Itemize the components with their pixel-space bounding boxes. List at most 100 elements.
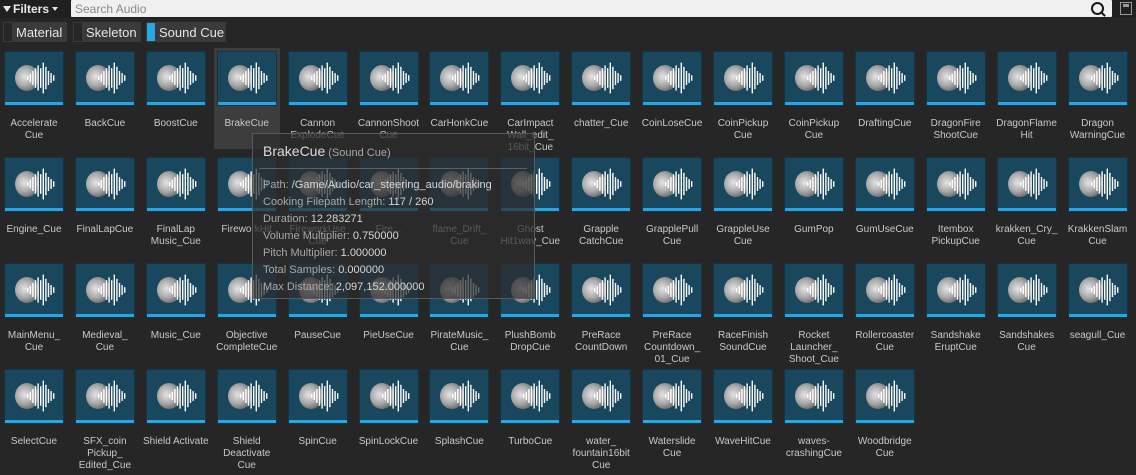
- asset-tile[interactable]: SelectCue: [1, 366, 67, 467]
- asset-tile[interactable]: Waterslide Cue: [639, 366, 705, 467]
- sound-cue-thumbnail: [996, 263, 1057, 318]
- waveform-icon: [168, 274, 197, 306]
- asset-tile[interactable]: chatter_Cue: [568, 48, 634, 149]
- waveform-icon: [168, 380, 197, 412]
- asset-tile[interactable]: DragonFire ShootCue: [923, 48, 989, 149]
- sound-cue-thumbnail: [571, 51, 632, 106]
- asset-tile[interactable]: GrapplePull Cue: [639, 154, 705, 255]
- asset-tile[interactable]: FinalLapCue: [72, 154, 138, 255]
- asset-label: GumPop: [794, 224, 834, 235]
- asset-tile[interactable]: Woodbridge Cue: [852, 366, 918, 467]
- asset-tile[interactable]: WaveHitCue: [710, 366, 776, 467]
- asset-tile[interactable]: Dragon WarningCue: [1065, 48, 1131, 149]
- asset-tile[interactable]: PreRace Countdown_ 01_Cue: [639, 260, 705, 365]
- asset-type-color-bar: [288, 102, 347, 105]
- asset-tile[interactable]: water_ fountain16bit Cue: [568, 366, 634, 471]
- asset-tile[interactable]: KrakkenSlam Cue: [1065, 154, 1131, 255]
- waveform-icon: [877, 380, 906, 412]
- asset-label: seagull_Cue: [1069, 330, 1126, 341]
- sound-cue-thumbnail: [4, 51, 64, 106]
- asset-tile[interactable]: seagull_Cue: [1065, 260, 1131, 361]
- sound-cue-thumbnail: [642, 51, 703, 106]
- asset-tile[interactable]: Sandshakes Cue: [994, 260, 1060, 361]
- asset-type-color-bar: [146, 420, 205, 423]
- asset-tile[interactable]: CoinPickup Cue: [710, 48, 776, 149]
- asset-tile[interactable]: GumUseCue: [852, 154, 918, 255]
- chip-indicator: [4, 23, 12, 41]
- asset-tile[interactable]: MainMenu_ Cue: [1, 260, 67, 361]
- asset-type-color-bar: [997, 102, 1056, 105]
- filters-button[interactable]: Filters: [3, 1, 59, 17]
- asset-tile[interactable]: Music_Cue: [143, 260, 209, 361]
- asset-tile[interactable]: CoinLoseCue: [639, 48, 705, 149]
- asset-type-color-bar: [572, 314, 631, 317]
- asset-type-color-bar: [643, 420, 702, 423]
- asset-tile[interactable]: CoinPickup Cue: [781, 48, 847, 149]
- asset-type-color-bar: [75, 314, 134, 317]
- waveform-icon: [594, 168, 622, 200]
- asset-tile[interactable]: RaceFinish SoundCue: [710, 260, 776, 361]
- asset-tile[interactable]: SpinLockCue: [356, 366, 422, 467]
- asset-tile[interactable]: Engine_Cue: [1, 154, 67, 255]
- toolbar: Filters: [0, 0, 1136, 18]
- asset-label: GrapplePull Cue: [645, 224, 699, 247]
- tooltip-row-path: Path: /Game/Audio/car_steering_audio/bra…: [263, 179, 492, 191]
- asset-tile[interactable]: PreRace CountDown: [568, 260, 634, 361]
- asset-tile[interactable]: Medieval_ Cue: [72, 260, 138, 361]
- asset-label: FinalLap Music_Cue: [150, 224, 201, 247]
- asset-label: MainMenu_ Cue: [7, 330, 61, 353]
- asset-tile[interactable]: SFX_coin Pickup_ Edited_Cue: [72, 366, 138, 471]
- filter-chip-skeleton[interactable]: Skeleton: [73, 22, 141, 42]
- sound-cue-thumbnail: [74, 157, 135, 212]
- asset-tile[interactable]: GumPop: [781, 154, 847, 255]
- asset-tile[interactable]: Sandshake EruptCue: [923, 260, 989, 361]
- asset-type-color-bar: [1068, 314, 1127, 317]
- asset-type-color-bar: [784, 314, 843, 317]
- waveform-icon: [310, 380, 338, 412]
- asset-type-color-bar: [288, 314, 347, 317]
- sound-cue-thumbnail: [4, 369, 64, 424]
- asset-tile[interactable]: Shield Activate: [143, 366, 209, 467]
- asset-tile[interactable]: Itembox PickupCue: [923, 154, 989, 255]
- waveform-icon: [523, 380, 551, 412]
- waveform-icon: [736, 274, 764, 306]
- asset-tile[interactable]: GrappleUse Cue: [710, 154, 776, 255]
- waveform-icon: [97, 274, 126, 306]
- sound-cue-thumbnail: [996, 51, 1057, 106]
- search-icon[interactable]: [1091, 2, 1104, 15]
- filter-chip-sound-cue[interactable]: Sound Cue: [146, 22, 226, 42]
- asset-tile[interactable]: DragonFlame Hit: [994, 48, 1060, 149]
- asset-tile[interactable]: TurboCue: [497, 366, 563, 467]
- waveform-icon: [877, 62, 906, 94]
- asset-tile[interactable]: Accelerate Cue: [1, 48, 67, 149]
- asset-label: Shield Activate: [142, 436, 209, 447]
- sound-cue-thumbnail: [500, 51, 561, 106]
- waveform-icon: [736, 168, 764, 200]
- asset-type-color-bar: [359, 420, 418, 423]
- asset-label: waves- crashingCue: [785, 436, 842, 459]
- asset-tile[interactable]: waves- crashingCue: [781, 366, 847, 467]
- asset-tile[interactable]: BoostCue: [143, 48, 209, 149]
- asset-tile[interactable]: Shield Deactivate Cue: [214, 366, 280, 471]
- asset-tile[interactable]: Rocket Launcher_ Shoot_Cue: [781, 260, 847, 365]
- asset-tile[interactable]: FinalLap Music_Cue: [143, 154, 209, 255]
- asset-type-color-bar: [926, 102, 985, 105]
- asset-tile[interactable]: Grapple CatchCue: [568, 154, 634, 255]
- sound-cue-thumbnail: [925, 51, 986, 106]
- sound-cue-thumbnail: [996, 157, 1057, 212]
- asset-tile[interactable]: krakken_Cry_ Cue: [994, 154, 1060, 255]
- asset-tile[interactable]: DraftingCue: [852, 48, 918, 149]
- asset-type-color-bar: [714, 314, 772, 317]
- asset-type-color-bar: [217, 420, 276, 423]
- asset-tile[interactable]: Rollercoaster Cue: [852, 260, 918, 361]
- asset-tile[interactable]: SpinCue: [285, 366, 351, 467]
- sound-cue-thumbnail: [854, 51, 915, 106]
- search-input[interactable]: [75, 0, 1085, 17]
- asset-tile[interactable]: BackCue: [72, 48, 138, 149]
- save-icon[interactable]: [1120, 2, 1132, 15]
- waveform-icon: [736, 62, 764, 94]
- filter-chip-material[interactable]: Material: [3, 22, 67, 42]
- asset-label: SelectCue: [10, 436, 58, 447]
- sound-cue-thumbnail: [783, 157, 844, 212]
- asset-tile[interactable]: SplashCue: [426, 366, 492, 467]
